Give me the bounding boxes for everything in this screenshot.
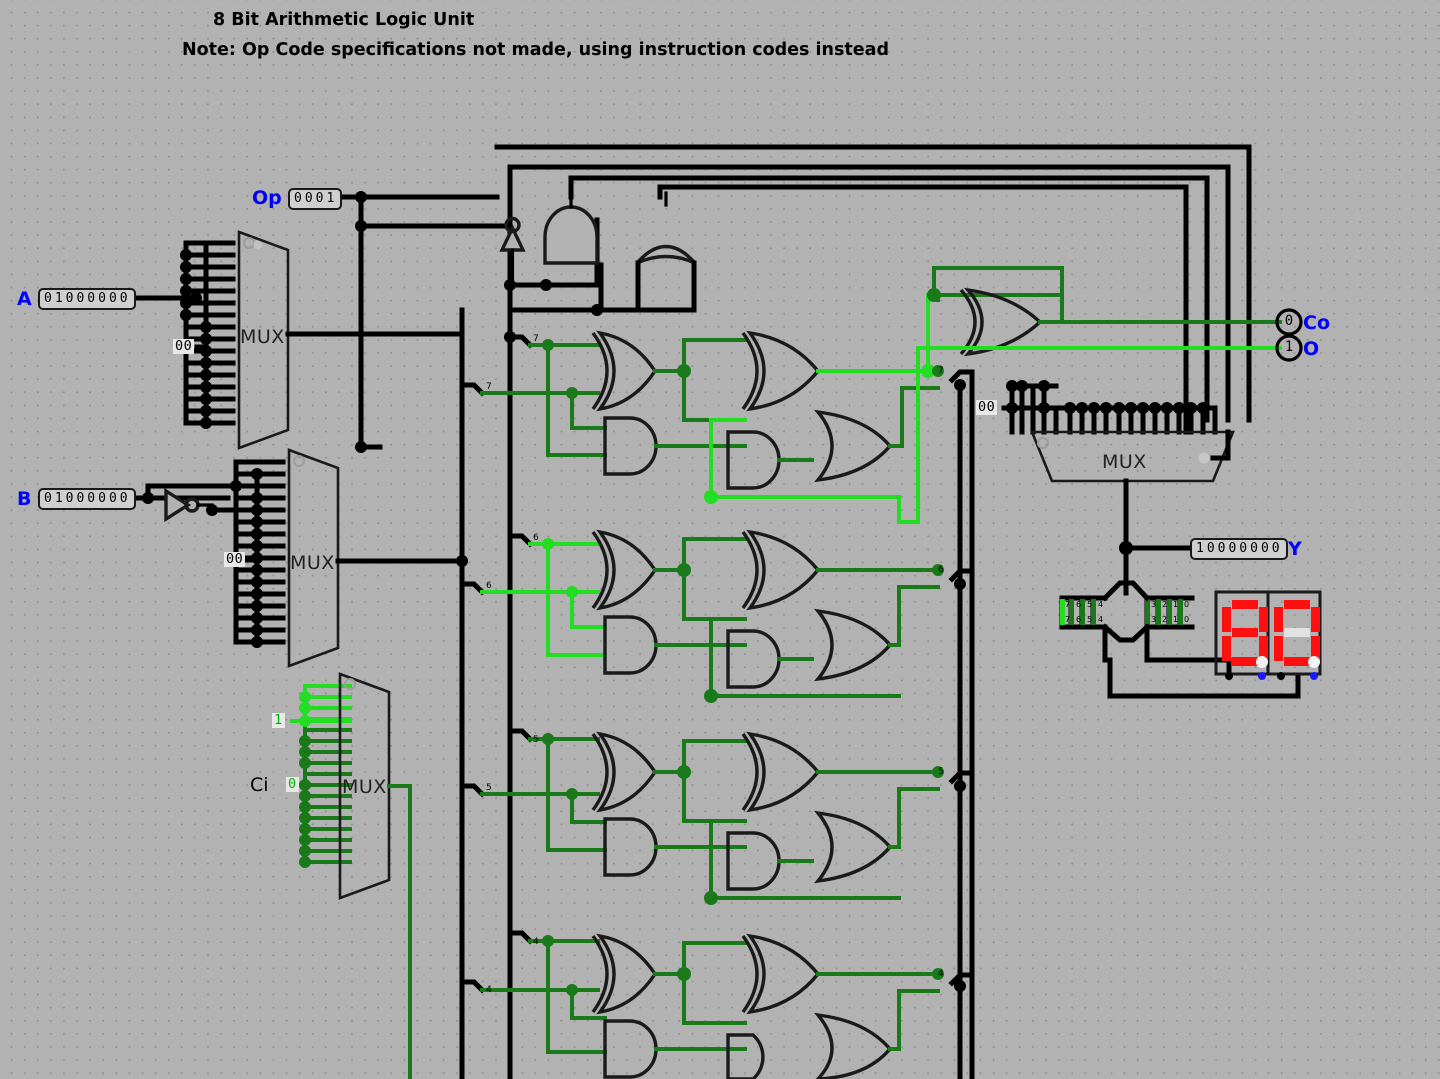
seven-segment-digit-right bbox=[1274, 600, 1320, 668]
bit-label-row3-out: 5 bbox=[938, 767, 944, 777]
splitter-left-bit-4b: 4 bbox=[1098, 615, 1104, 624]
splitter-left-bit-6b: 6 bbox=[1076, 615, 1082, 624]
bit-label-row4-out: 4 bbox=[938, 969, 944, 979]
splitter-right-bit-1: 1 bbox=[1173, 600, 1179, 609]
bit-label-row1-b: 7 bbox=[486, 382, 492, 392]
bit-label-row3-a: 5 bbox=[533, 735, 539, 745]
bit-label-row4-a: 4 bbox=[533, 937, 539, 947]
bit-label-row2-a: 6 bbox=[533, 533, 539, 543]
b-label: B bbox=[17, 488, 32, 510]
mux-b-label: MUX bbox=[290, 552, 335, 574]
splitter-right-bit-1b: 1 bbox=[1173, 615, 1179, 624]
a-input-value[interactable]: 01000000 bbox=[38, 288, 136, 310]
mux-a-select[interactable]: 00 bbox=[173, 339, 195, 354]
b-input-value[interactable]: 01000000 bbox=[38, 488, 136, 510]
carry-const-one[interactable]: 1 bbox=[272, 713, 285, 728]
mux-out-label: MUX bbox=[1102, 451, 1147, 473]
bit-label-row1-out: 7 bbox=[938, 366, 944, 376]
splitter-right-bit-3b: 3 bbox=[1151, 615, 1157, 624]
splitter-right-bit-2: 2 bbox=[1162, 600, 1168, 609]
page-note: Note: Op Code specifications not made, u… bbox=[182, 40, 889, 60]
mux-a-label: MUX bbox=[240, 326, 285, 348]
co-label: Co bbox=[1303, 312, 1330, 334]
o-pin-value: 1 bbox=[1284, 339, 1294, 355]
ci-label: Ci bbox=[250, 774, 269, 796]
bit-label-row2-b: 6 bbox=[486, 581, 492, 591]
op-label: Op bbox=[252, 187, 282, 209]
bit-label-row3-b: 5 bbox=[486, 783, 492, 793]
y-output-value: 10000000 bbox=[1190, 538, 1288, 560]
splitter-left-bit-5b: 5 bbox=[1087, 615, 1093, 624]
a-label: A bbox=[17, 288, 32, 310]
splitter-left-bit-4: 4 bbox=[1098, 600, 1104, 609]
mux-b-select[interactable]: 00 bbox=[224, 552, 246, 567]
ci-value[interactable]: 0 bbox=[286, 777, 299, 792]
splitter-left-bit-7b: 7 bbox=[1065, 615, 1071, 624]
co-pin-value: 0 bbox=[1284, 313, 1294, 329]
bit-label-row1-a: 7 bbox=[533, 334, 539, 344]
splitter-right-bit-0: 0 bbox=[1184, 600, 1190, 609]
bit-label-row2-out: 6 bbox=[938, 565, 944, 575]
splitter-right-bit-3: 3 bbox=[1151, 600, 1157, 609]
bit-label-row4-b: 4 bbox=[486, 985, 492, 995]
splitter-left-bit-5: 5 bbox=[1087, 600, 1093, 609]
mux-carry-label: MUX bbox=[342, 776, 387, 798]
splitter-left-bit-7: 7 bbox=[1065, 600, 1071, 609]
op-value-display[interactable]: 0001 bbox=[288, 188, 343, 210]
o-label: O bbox=[1303, 338, 1320, 360]
seven-segment-digit-left bbox=[1222, 600, 1268, 668]
page-title: 8 Bit Arithmetic Logic Unit bbox=[213, 10, 475, 30]
splitter-right-bit-0b: 0 bbox=[1184, 615, 1190, 624]
splitter-left-bit-6: 6 bbox=[1076, 600, 1082, 609]
y-label: Y bbox=[1288, 538, 1302, 560]
splitter-right-bit-2b: 2 bbox=[1162, 615, 1168, 624]
mux-out-select[interactable]: 00 bbox=[976, 400, 998, 415]
